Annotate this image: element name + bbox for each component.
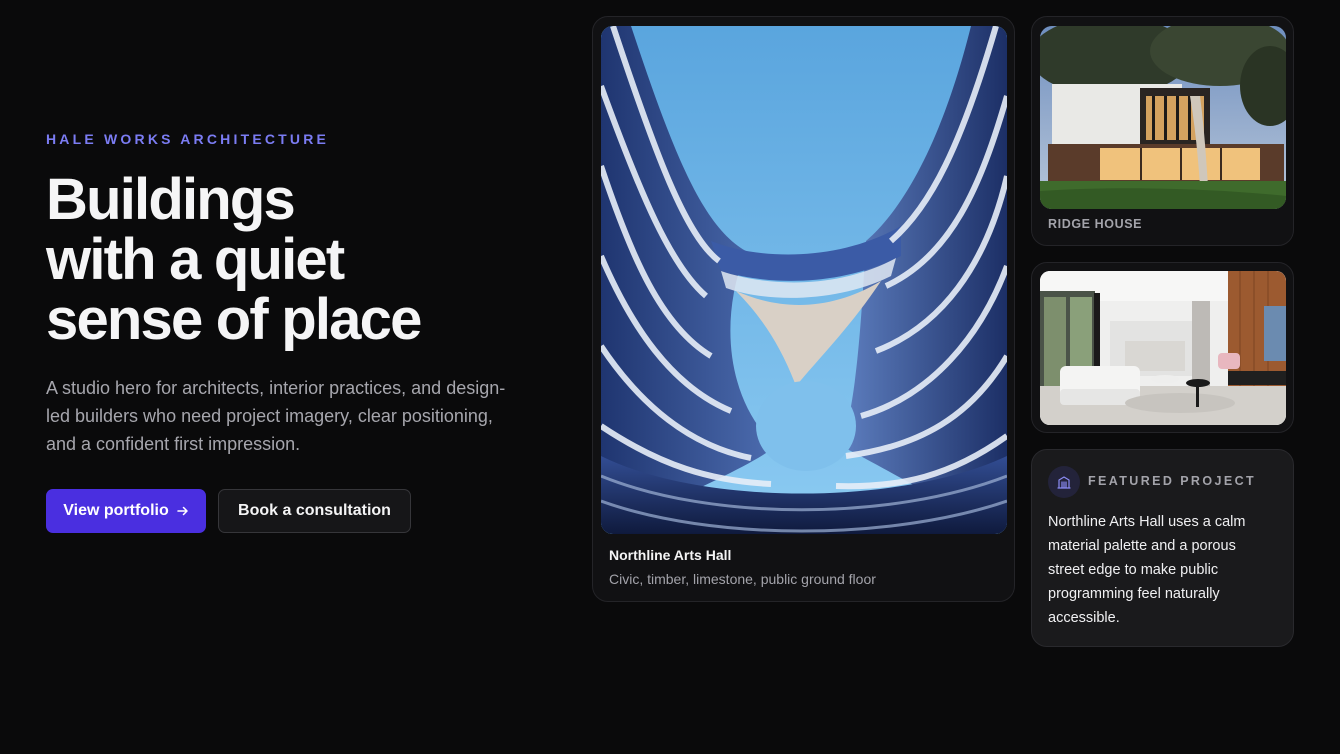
- building-icon: [1048, 466, 1080, 498]
- headline-line-2: with a quiet: [46, 227, 345, 292]
- ridge-house-image: [1040, 26, 1286, 209]
- page-title: Buildings with a quiet sense of place: [46, 167, 422, 352]
- featured-project-description: Northline Arts Hall uses a calm material…: [1048, 514, 1246, 626]
- hero-description: A studio hero for architects, interior p…: [46, 378, 506, 454]
- view-portfolio-label: View portfolio: [63, 502, 169, 519]
- featured-project-card: FEATURED PROJECT Northline Arts Hall use…: [1031, 449, 1294, 647]
- brand-eyebrow: HALE WORKS ARCHITECTURE: [46, 131, 330, 147]
- ridge-house-label: RIDGE HOUSE: [1048, 217, 1143, 231]
- book-consultation-button[interactable]: Book a consultation: [218, 489, 411, 533]
- project-card-ridge-house[interactable]: RIDGE HOUSE: [1031, 16, 1294, 246]
- project-title: Northline Arts Hall: [609, 547, 732, 563]
- project-subtitle: Civic, timber, limestone, public ground …: [609, 571, 876, 587]
- arrow-right-icon: [176, 505, 189, 517]
- headline-line-3: sense of place: [46, 287, 422, 352]
- featured-project-eyebrow: FEATURED PROJECT: [1088, 474, 1257, 488]
- interior-living-room-image: [1040, 271, 1286, 425]
- view-portfolio-button[interactable]: View portfolio: [46, 489, 206, 533]
- northline-arts-hall-image: [601, 26, 1007, 534]
- project-card-main[interactable]: Northline Arts Hall Civic, timber, limes…: [592, 16, 1015, 602]
- project-card-interior[interactable]: [1031, 262, 1294, 433]
- headline-line-1: Buildings: [46, 167, 296, 232]
